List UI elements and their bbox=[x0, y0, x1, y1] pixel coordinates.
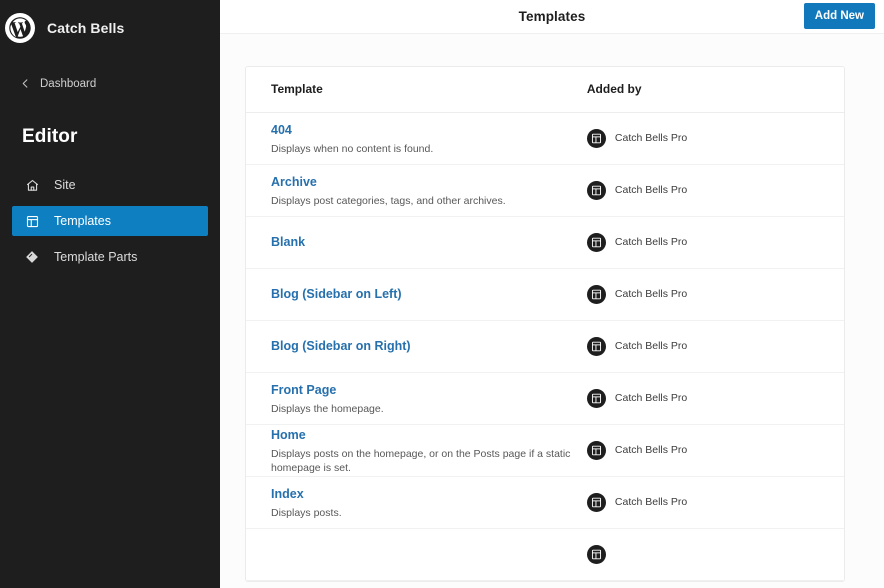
cell-template: Index Displays posts. bbox=[246, 476, 575, 528]
template-link[interactable]: Index bbox=[271, 487, 304, 502]
brand-title: Catch Bells bbox=[47, 20, 124, 36]
site-editor-window: Catch Bells Dashboard Editor bbox=[0, 0, 884, 588]
table-row[interactable]: 404 Displays when no content is found. Cat… bbox=[246, 112, 844, 164]
sidebar-nav: Site Templates bbox=[0, 170, 220, 272]
template-link[interactable]: Archive bbox=[271, 175, 317, 190]
template-description: Displays when no content is found. bbox=[271, 142, 575, 156]
cell-added-by: Catch Bells Pro bbox=[575, 424, 844, 476]
template-link[interactable]: Blank bbox=[271, 235, 305, 250]
sidebar-section-heading: Editor bbox=[0, 126, 220, 148]
home-icon bbox=[22, 175, 42, 195]
main-panel: Templates Add New Template Added by 404 D… bbox=[220, 0, 884, 588]
added-by-group: Catch Bells Pro bbox=[587, 233, 844, 252]
sidebar-item-site[interactable]: Site bbox=[12, 170, 208, 200]
sidebar-item-templates[interactable]: Templates bbox=[12, 206, 208, 236]
template-description: Displays posts. bbox=[271, 506, 575, 520]
template-link[interactable]: 404 bbox=[271, 123, 292, 138]
sidebar-item-template-parts[interactable]: Template Parts bbox=[12, 242, 208, 272]
cell-template bbox=[246, 528, 575, 580]
wordpress-logo-icon[interactable] bbox=[5, 13, 35, 43]
template-avatar-icon bbox=[587, 545, 606, 564]
template-description: Displays post categories, tags, and othe… bbox=[271, 194, 575, 208]
templates-table: Template Added by 404 Displays when no co… bbox=[246, 67, 844, 581]
template-avatar-icon bbox=[587, 337, 606, 356]
added-by-label: Catch Bells Pro bbox=[615, 184, 687, 196]
added-by-group: Catch Bells Pro bbox=[587, 389, 844, 408]
cell-template: Front Page Displays the homepage. bbox=[246, 372, 575, 424]
template-link[interactable]: Blog (Sidebar on Right) bbox=[271, 339, 411, 354]
table-row[interactable] bbox=[246, 528, 844, 580]
added-by-group: Catch Bells Pro bbox=[587, 337, 844, 356]
cell-added-by: Catch Bells Pro bbox=[575, 268, 844, 320]
sidebar-item-label-template-parts: Template Parts bbox=[54, 250, 137, 264]
template-description: Displays the homepage. bbox=[271, 402, 575, 416]
added-by-label: Catch Bells Pro bbox=[615, 496, 687, 508]
template-avatar-icon bbox=[587, 129, 606, 148]
add-new-button[interactable]: Add New bbox=[804, 3, 875, 29]
added-by-group: Catch Bells Pro bbox=[587, 285, 844, 304]
added-by-label: Catch Bells Pro bbox=[615, 236, 687, 248]
added-by-group: Catch Bells Pro bbox=[587, 441, 844, 460]
page-title: Templates bbox=[220, 9, 884, 24]
cell-template: 404 Displays when no content is found. bbox=[246, 112, 575, 164]
added-by-group: Catch Bells Pro bbox=[587, 493, 844, 512]
templates-table-body: 404 Displays when no content is found. Cat… bbox=[246, 112, 844, 580]
cell-template: Blog (Sidebar on Left) bbox=[246, 268, 575, 320]
table-row[interactable]: Index Displays posts. Catch Bells Pro bbox=[246, 476, 844, 528]
table-row[interactable]: Archive Displays post categories, tags, a… bbox=[246, 164, 844, 216]
table-header-row: Template Added by bbox=[246, 67, 844, 112]
templates-card: Template Added by 404 Displays when no co… bbox=[245, 66, 845, 582]
template-link[interactable]: Front Page bbox=[271, 383, 336, 398]
template-avatar-icon bbox=[587, 441, 606, 460]
cell-added-by: Catch Bells Pro bbox=[575, 112, 844, 164]
added-by-group: Catch Bells Pro bbox=[587, 181, 844, 200]
table-row[interactable]: Home Displays posts on the homepage, or o… bbox=[246, 424, 844, 476]
column-header-template[interactable]: Template bbox=[246, 67, 575, 112]
cell-added-by: Catch Bells Pro bbox=[575, 476, 844, 528]
template-link[interactable]: Home bbox=[271, 428, 306, 443]
cell-added-by: Catch Bells Pro bbox=[575, 164, 844, 216]
back-link-label: Dashboard bbox=[40, 78, 96, 90]
brand-header[interactable]: Catch Bells bbox=[0, 6, 220, 50]
added-by-group: Catch Bells Pro bbox=[587, 129, 844, 148]
cell-template: Home Displays posts on the homepage, or o… bbox=[246, 424, 575, 476]
table-row[interactable]: Blog (Sidebar on Left) Catch Bells Pro bbox=[246, 268, 844, 320]
sidebar-item-label-site: Site bbox=[54, 178, 76, 192]
cell-added-by bbox=[575, 528, 844, 580]
template-avatar-icon bbox=[587, 493, 606, 512]
table-row[interactable]: Front Page Displays the homepage. Catch Be… bbox=[246, 372, 844, 424]
template-avatar-icon bbox=[587, 389, 606, 408]
template-avatar-icon bbox=[587, 285, 606, 304]
template-part-icon bbox=[22, 247, 42, 267]
cell-template: Blank bbox=[246, 216, 575, 268]
template-description: Displays posts on the homepage, or on th… bbox=[271, 447, 575, 475]
added-by-label: Catch Bells Pro bbox=[615, 340, 687, 352]
cell-added-by: Catch Bells Pro bbox=[575, 216, 844, 268]
added-by-group bbox=[587, 545, 844, 564]
chevron-left-icon bbox=[20, 78, 31, 91]
cell-template: Archive Displays post categories, tags, a… bbox=[246, 164, 575, 216]
template-avatar-icon bbox=[587, 233, 606, 252]
added-by-label: Catch Bells Pro bbox=[615, 132, 687, 144]
column-header-added-by[interactable]: Added by bbox=[575, 67, 844, 112]
template-link[interactable]: Blog (Sidebar on Left) bbox=[271, 287, 402, 302]
added-by-label: Catch Bells Pro bbox=[615, 444, 687, 456]
editor-sidebar: Catch Bells Dashboard Editor bbox=[0, 0, 220, 588]
table-row[interactable]: Blank Catch Bells Pro bbox=[246, 216, 844, 268]
added-by-label: Catch Bells Pro bbox=[615, 288, 687, 300]
table-row[interactable]: Blog (Sidebar on Right) Catch Bells Pro bbox=[246, 320, 844, 372]
content-area: Template Added by 404 Displays when no co… bbox=[220, 34, 884, 588]
cell-added-by: Catch Bells Pro bbox=[575, 372, 844, 424]
templates-table-head: Template Added by bbox=[246, 67, 844, 112]
added-by-label: Catch Bells Pro bbox=[615, 392, 687, 404]
layout-icon bbox=[22, 211, 42, 231]
sidebar-item-label-templates: Templates bbox=[54, 214, 111, 228]
template-avatar-icon bbox=[587, 181, 606, 200]
cell-added-by: Catch Bells Pro bbox=[575, 320, 844, 372]
cell-template: Blog (Sidebar on Right) bbox=[246, 320, 575, 372]
page-topbar: Templates Add New bbox=[220, 0, 884, 34]
back-to-dashboard-link[interactable]: Dashboard bbox=[0, 74, 220, 94]
